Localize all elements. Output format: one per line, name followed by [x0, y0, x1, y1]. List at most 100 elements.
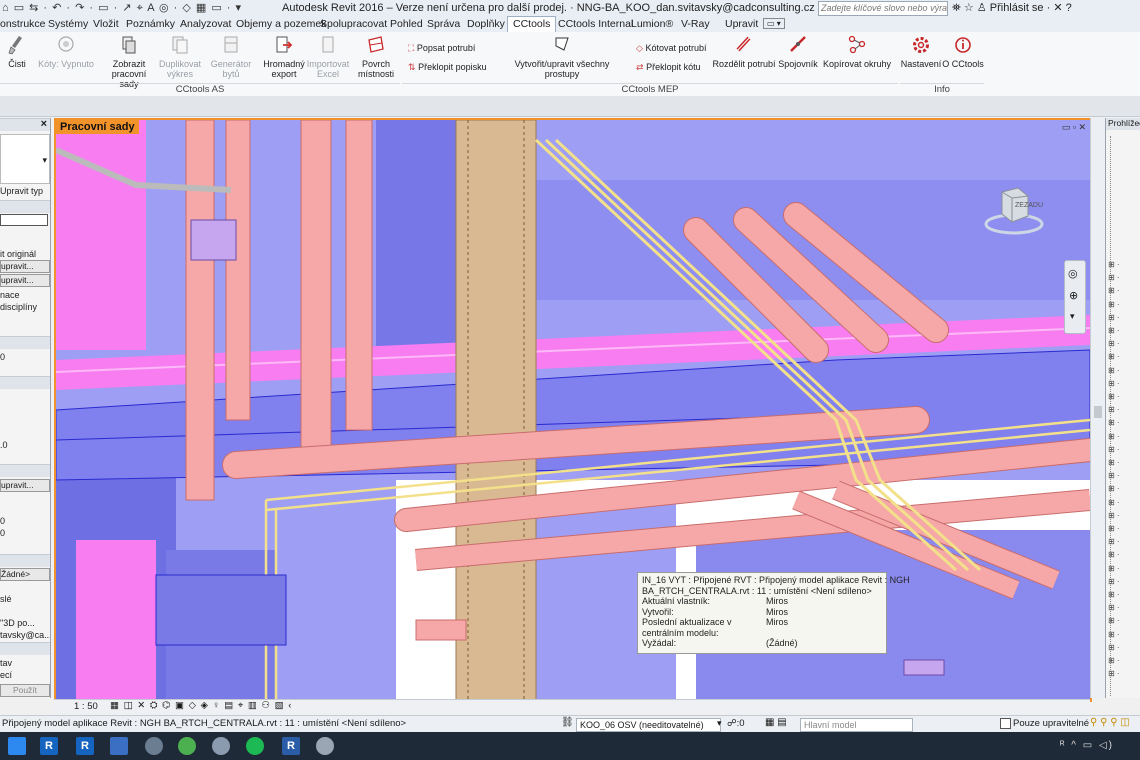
vertical-scrollbar[interactable]	[1090, 118, 1105, 698]
povrch-mistnosti-button[interactable]: Povrch místnosti	[356, 34, 396, 79]
section-header[interactable]	[0, 200, 50, 213]
edit-button[interactable]: upravit...	[0, 260, 50, 273]
section-header[interactable]	[0, 336, 50, 349]
zoom-icon[interactable]: ⊕	[1069, 289, 1078, 302]
tab-vlozit[interactable]: Vložit	[93, 18, 119, 30]
window-controls[interactable]: ▭ ▫ ✕	[1062, 122, 1086, 133]
koty-vypnuto-button[interactable]: Kóty: Vypnuto	[38, 34, 94, 69]
section-header[interactable]	[0, 464, 50, 477]
exchange-icon[interactable]: · ✕	[1047, 2, 1066, 14]
quick-access-toolbar[interactable]: ⌂ ▭ ⇆ · ↶ · ↷ · ▭ · ↗ ⌖ A ◎ · ◇ ▦ ▭ · ▾	[2, 1, 242, 15]
view-controls-icons[interactable]: ▦ ◫ ✕ ⛭ ⌬ ▣ ◇ ◈ ♀ ▤ ⌖ ▥ ⚇ ▧ ‹	[110, 700, 292, 711]
revit-icon[interactable]: R	[282, 737, 300, 755]
tab-upravit[interactable]: Upravit	[725, 18, 758, 30]
editable-only-checkbox[interactable]	[1000, 718, 1011, 729]
tab-cctools[interactable]: CCtools	[507, 16, 557, 32]
save-disk-icon[interactable]	[110, 737, 128, 755]
o-cctools-button[interactable]: O CCtools	[942, 34, 984, 69]
nastaveni-button[interactable]: Nastavení	[900, 34, 942, 69]
steering-wheel-icon[interactable]: ◎	[1068, 267, 1078, 280]
apply-button[interactable]: Použít	[0, 684, 50, 697]
importovat-excel-button[interactable]: Importovat Excel	[306, 34, 350, 79]
binoculars-icon[interactable]: ⛯	[952, 2, 961, 14]
app-icon[interactable]	[145, 737, 163, 755]
chevron-down-icon[interactable]: ▾	[717, 718, 722, 729]
tab-spolupracovat[interactable]: Spolupracovat	[320, 18, 387, 30]
duplikovat-vykres-button[interactable]: Duplikovat výkres	[158, 34, 202, 79]
project-browser: Prohlížeč ⊞ · ⊞ · ⊞ · ⊞ · ⊞ · ⊞ · ⊞ · ⊞ …	[1105, 118, 1140, 698]
tab-doplnky[interactable]: Doplňky	[467, 18, 505, 30]
section-header[interactable]	[0, 642, 50, 655]
model-canvas[interactable]	[56, 120, 1090, 700]
cistit-button[interactable]: Čisti	[4, 34, 30, 69]
hromadny-export-button[interactable]: Hromadný export	[262, 34, 306, 79]
tab-lumion[interactable]: Lumion®	[631, 18, 673, 30]
viewcube-icon	[984, 187, 1044, 235]
tab-sprava[interactable]: Správa	[427, 18, 460, 30]
editable-count: ☍:0	[727, 718, 745, 729]
design-option-select[interactable]: Hlavní model	[800, 718, 913, 732]
kotovat-potrubi-button[interactable]: ◇ Kótovat potrubí	[636, 43, 706, 54]
property-input[interactable]	[0, 214, 48, 226]
tooltip-row: Poslední aktualizace v Miros	[642, 617, 788, 627]
start-icon[interactable]	[8, 737, 26, 755]
preklopit-popisku-button[interactable]: ⇅ Překlopit popisku	[408, 62, 487, 73]
tab-poznamky[interactable]: Poznámky	[126, 18, 175, 30]
star-icon[interactable]: ☆	[964, 2, 974, 14]
search-input[interactable]: Zadejte klíčové slovo nebo výraz.	[818, 1, 948, 16]
signin-link[interactable]: Přihlásit se	[990, 2, 1044, 14]
help-button[interactable]: ?	[1066, 2, 1072, 14]
menu-arrow-icon[interactable]: ▾	[1070, 311, 1075, 322]
active-workset-select[interactable]: KOO_06 OSV (needitovatelné)	[576, 718, 721, 732]
type-selector[interactable]: ▾	[0, 134, 50, 184]
popsat-potrubi-button[interactable]: ⛶ Popsat potrubí	[408, 43, 475, 54]
gear-icon	[913, 37, 929, 53]
tooltip-row: Aktuální vlastník: Miros	[642, 596, 788, 606]
tab-cctools-internal[interactable]: CCtools Internal	[558, 18, 633, 30]
navigation-bar[interactable]: ◎ ⊕ ▾	[1064, 260, 1086, 334]
edit-button[interactable]: upravit...	[0, 479, 50, 492]
tab-objemy[interactable]: Objemy a pozemek	[236, 18, 326, 30]
app-icon[interactable]	[316, 737, 334, 755]
design-options-icon[interactable]: ▦ ▤	[765, 717, 787, 728]
tab-vray[interactable]: V-Ray	[681, 18, 710, 30]
3d-viewport[interactable]: Pracovní sady ZEZADU ◎ ⊕ ▾ ▭ ▫ ✕	[54, 118, 1092, 702]
split-pipe-icon	[736, 36, 751, 52]
zobrazit-pracovni-sady-button[interactable]: Zobrazit pracovní sady	[101, 34, 157, 89]
kopirovat-okruhy-button[interactable]: Kopírovat okruhy	[822, 34, 892, 69]
property-value: "3D po...	[0, 618, 35, 628]
revit-icon[interactable]: R	[76, 737, 94, 755]
status-text: Připojený model aplikace Revit : NGH BA_…	[2, 718, 407, 729]
scrollbar-thumb[interactable]	[1094, 406, 1102, 418]
ribbon-minimize-icon[interactable]: ▭ ▾	[763, 18, 785, 29]
system-tray-icons[interactable]: ᴿ ^ ▭ ◁)	[1060, 740, 1114, 751]
browser-tree[interactable]: ⊞ · ⊞ · ⊞ · ⊞ · ⊞ · ⊞ · ⊞ · ⊞ · ⊞ · ⊞ · …	[1108, 258, 1120, 681]
edit-button[interactable]: upravit...	[0, 274, 50, 287]
chrome-icon[interactable]	[178, 737, 196, 755]
tooltip-row: centrálním modelu:	[642, 627, 719, 638]
user-icon[interactable]: ♙	[977, 2, 987, 14]
tab-analyzovat[interactable]: Analyzovat	[180, 18, 231, 30]
vytvorit-prostupy-button[interactable]: Vytvořit/upravit všechny prostupy	[497, 34, 627, 79]
edit-type-label[interactable]: Upravit typ	[0, 186, 43, 196]
tab-konstrukce[interactable]: onstrukce	[0, 18, 46, 30]
spojovnik-button[interactable]: Spojovník	[778, 34, 818, 69]
options-bar	[0, 96, 1140, 117]
export-icon	[276, 36, 293, 53]
revit-icon[interactable]: R	[40, 737, 58, 755]
tab-pohled[interactable]: Pohled	[390, 18, 423, 30]
signin-area[interactable]: ⛯ ☆ ♙ Přihlásit se · ✕ ?	[952, 1, 1072, 15]
phase-filter-button[interactable]: Žádné>	[0, 568, 50, 581]
app-icon[interactable]	[212, 737, 230, 755]
scale-label[interactable]: 1 : 50	[74, 701, 98, 712]
generator-bytu-button[interactable]: Generátor bytů	[202, 34, 260, 79]
viewcube[interactable]: ZEZADU	[984, 184, 1044, 236]
close-icon[interactable]: ×	[41, 118, 47, 130]
rozdelit-potrubi-button[interactable]: Rozdělit potrubí	[712, 34, 776, 69]
selection-settings-icons[interactable]: ⚲ ⚲ ⚲ ◫	[1090, 717, 1130, 728]
tab-systemy[interactable]: Systémy	[48, 18, 88, 30]
spotify-icon[interactable]	[246, 737, 264, 755]
section-header[interactable]	[0, 554, 50, 567]
preklopit-kotu-button[interactable]: ⇄ Překlopit kótu	[636, 62, 701, 73]
section-header[interactable]	[0, 376, 50, 389]
